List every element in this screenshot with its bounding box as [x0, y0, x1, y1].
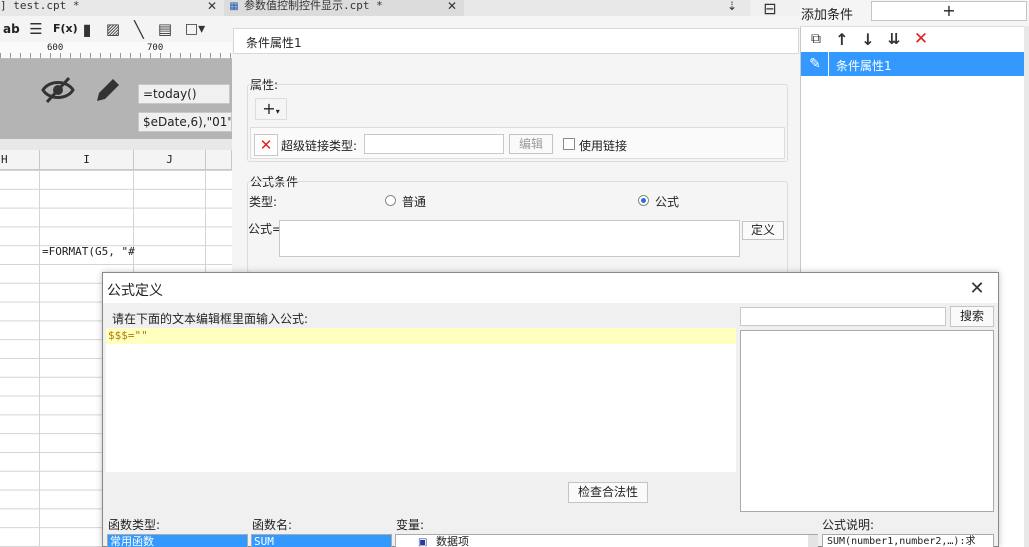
- column-header-h[interactable]: H: [0, 150, 40, 170]
- formula-prompt: 请在下面的文本编辑框里面输入公式:: [112, 312, 309, 326]
- type-formula-label[interactable]: 公式: [655, 193, 679, 210]
- close-icon[interactable]: ✕: [206, 0, 218, 13]
- use-link-label[interactable]: 使用链接: [579, 137, 627, 154]
- hyperlink-type-input[interactable]: [364, 134, 504, 154]
- tab-menu-icon[interactable]: ⇣: [724, 0, 740, 13]
- function-name-item[interactable]: SUM: [252, 535, 391, 547]
- formula-editor[interactable]: [106, 328, 736, 472]
- formula-highlight-line: [106, 328, 736, 344]
- move-bottom-icon[interactable]: ⇊: [884, 30, 904, 48]
- column-header-i[interactable]: I: [40, 150, 134, 170]
- check-validity-button[interactable]: 检查合法性: [568, 482, 648, 503]
- formula-fx-icon[interactable]: F(x): [53, 22, 78, 35]
- search-input[interactable]: [740, 307, 946, 326]
- condition-list-label: 条件属性1: [836, 59, 892, 73]
- close-icon[interactable]: ✕: [964, 276, 990, 300]
- variable-tree[interactable]: ▣ 数据项: [395, 534, 818, 547]
- report-file-icon: ▦: [229, 0, 239, 12]
- function-name-list[interactable]: SUM: [251, 534, 392, 547]
- formula-label: 公式=: [248, 222, 283, 236]
- align-icon[interactable]: ☰: [27, 20, 45, 38]
- tab-param-cpt[interactable]: 参数值控制控件显示.cpt *: [244, 0, 444, 14]
- border-icon[interactable]: □▾: [182, 20, 208, 38]
- type-formula-radio[interactable]: [638, 195, 649, 206]
- condition-title: 条件属性1: [246, 36, 302, 50]
- scrollbar[interactable]: [1024, 26, 1029, 547]
- add-attribute-button[interactable]: +▾: [255, 98, 287, 120]
- cell-formula[interactable]: =FORMAT(G5, "#: [42, 245, 135, 258]
- chart-icon[interactable]: ▮: [78, 20, 96, 39]
- variable-item[interactable]: 数据项: [436, 535, 469, 547]
- layout-icon[interactable]: ⊟: [760, 0, 780, 18]
- type-normal-label[interactable]: 普通: [402, 193, 426, 210]
- column-header-k[interactable]: [206, 150, 232, 170]
- search-results[interactable]: [740, 330, 994, 512]
- search-button[interactable]: 搜索: [950, 306, 994, 327]
- close-icon[interactable]: ✕: [446, 0, 458, 13]
- list-divider: [828, 52, 829, 76]
- hyperlink-type-label: 超级链接类型:: [281, 139, 358, 153]
- condition-title-bar: [233, 28, 799, 54]
- formula-input[interactable]: [279, 220, 740, 257]
- column-header-j[interactable]: J: [134, 150, 206, 170]
- move-down-icon[interactable]: ↓: [859, 30, 877, 49]
- pencil-icon: ✎: [809, 56, 821, 72]
- dialog-title-bar: [103, 273, 998, 303]
- move-up-icon[interactable]: ↑: [833, 30, 851, 49]
- param-formula-input[interactable]: $eDate,6),"01"): [138, 112, 232, 132]
- description-text: SUM(number1,number2,…):求: [827, 536, 976, 547]
- delete-icon[interactable]: ✕: [254, 134, 278, 156]
- edit-pencil-icon[interactable]: [90, 72, 126, 108]
- param-formula-input[interactable]: =today(): [138, 84, 230, 104]
- copy-icon[interactable]: ⧉: [807, 30, 825, 48]
- add-condition-label: 添加条件: [801, 8, 854, 23]
- subreport-icon[interactable]: ▤: [156, 20, 174, 38]
- ruler: [0, 42, 232, 59]
- delete-icon[interactable]: ✕: [911, 29, 931, 49]
- function-type-label: 函数类型:: [108, 518, 161, 532]
- variable-label: 变量:: [396, 518, 425, 532]
- dialog-title: 公式定义: [107, 283, 163, 299]
- slash-icon[interactable]: ╲: [130, 20, 148, 39]
- type-label: 类型:: [249, 195, 278, 209]
- formula-text[interactable]: $$$="": [108, 329, 148, 342]
- define-button[interactable]: 定义: [742, 221, 784, 240]
- add-condition-button[interactable]: +: [871, 1, 1027, 21]
- ruler-mark: 700: [147, 43, 164, 53]
- function-type-item[interactable]: 常用函数: [108, 535, 247, 547]
- tree-node-icon: ▣: [418, 537, 428, 547]
- function-type-list[interactable]: 常用函数: [107, 534, 248, 547]
- tab-test-cpt[interactable]: ] test.cpt *: [0, 0, 200, 14]
- use-link-checkbox[interactable]: [563, 138, 575, 150]
- edit-button[interactable]: 编辑: [509, 134, 553, 154]
- eye-hidden-icon[interactable]: [40, 72, 76, 108]
- type-normal-radio[interactable]: [385, 195, 396, 206]
- condition-list-item[interactable]: [801, 52, 1026, 76]
- image-icon[interactable]: ▨: [104, 20, 122, 38]
- variable-scrollbar[interactable]: [808, 535, 818, 547]
- ruler-mark: 600: [47, 43, 64, 53]
- formula-description: SUM(number1,number2,…):求: [822, 534, 994, 547]
- sheet-gap: [0, 139, 232, 150]
- formula-description-label: 公式说明:: [822, 518, 875, 532]
- text-style-ab[interactable]: ab: [3, 22, 20, 36]
- function-name-label: 函数名:: [252, 518, 293, 532]
